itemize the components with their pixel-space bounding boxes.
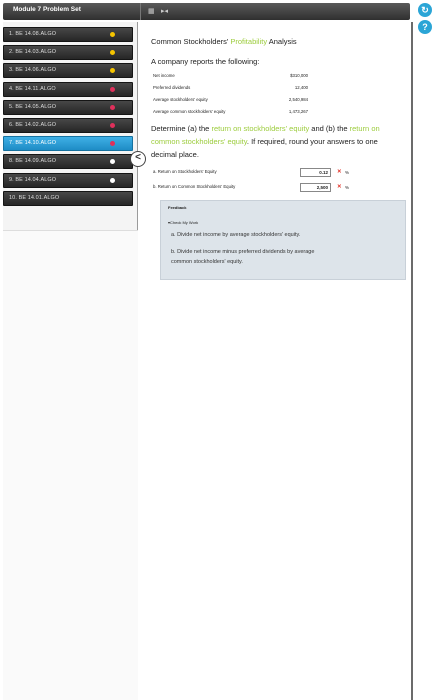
- problem-heading: Common Stockholders' Profitability Analy…: [151, 37, 297, 46]
- main-content: Common Stockholders' Profitability Analy…: [142, 22, 412, 700]
- status-dot-icon: [110, 104, 115, 110]
- grid-icon[interactable]: ▦: [148, 7, 155, 15]
- sidebar-item-label: 3. BE 14.06.ALGO: [9, 67, 57, 74]
- incorrect-icon: ✕: [337, 184, 342, 190]
- sidebar-item-label: 9. BE 14.04.ALGO: [9, 176, 57, 183]
- answer-input-b[interactable]: 2,500: [300, 183, 331, 192]
- feedback-panel: Feedback ▾Check My Work a. Divide net in…: [160, 200, 406, 280]
- answer-label-b: b. Return on Common Stockholders' Equity: [153, 184, 236, 189]
- status-dot-icon: [110, 50, 115, 56]
- sidebar-item-10[interactable]: 10. BE 14.01.ALGO: [3, 190, 133, 206]
- sidebar-item-label: 4. BE 14.11.ALGO: [9, 85, 56, 92]
- sidebar-item-label: 6. BE 14.02.ALGO: [9, 122, 57, 128]
- status-dot-icon: [110, 177, 115, 183]
- sidebar-item-1[interactable]: 1. BE 14.08.ALGO: [3, 27, 133, 42]
- sidebar-item-label: 10. BE 14.01.ALGO: [9, 194, 60, 201]
- content-right-border: [411, 22, 413, 700]
- unit-label-a: %: [345, 170, 350, 175]
- glossary-link-profitability[interactable]: Profitability: [230, 37, 267, 46]
- sidebar-item-7[interactable]: 7. BE 14.10.ALGO: [3, 136, 133, 152]
- check-my-work-label: ▾Check My Work: [168, 220, 199, 225]
- window-titlebar: Module 7 Problem Set ▦ ▸◂: [3, 3, 410, 20]
- sidebar-item-label: 1. BE 14.08.ALGO: [9, 31, 57, 37]
- incorrect-icon: ✕: [337, 169, 342, 175]
- status-dot-icon: [110, 86, 115, 92]
- hint-b-line2: common stockholders' equity.: [171, 259, 243, 265]
- refresh-icon[interactable]: ↻: [418, 3, 432, 17]
- feedback-label: Feedback: [168, 205, 187, 210]
- help-icon[interactable]: ?: [418, 20, 432, 34]
- status-dot-icon: [110, 141, 115, 147]
- financial-row-preferred-dividends: Preferred dividends 12,400: [153, 85, 308, 90]
- sidebar-empty-area: [3, 230, 138, 700]
- unit-label-b: %: [345, 185, 350, 190]
- problem-intro: A company reports the following:: [151, 57, 260, 66]
- window-title: Module 7 Problem Set: [13, 6, 81, 13]
- sidebar-item-2[interactable]: 2. BE 14.03.ALGO: [3, 45, 133, 61]
- question-text: Determine (a) the return on stockholders…: [151, 124, 380, 159]
- sidebar-item-3[interactable]: 3. BE 14.06.ALGO: [3, 63, 133, 79]
- sidebar-item-8[interactable]: 8. BE 14.09.ALGO: [3, 154, 133, 170]
- sidebar-item-label: 7. BE 14.10.ALGO: [9, 140, 57, 147]
- hint-b-line1: b. Divide net income minus preferred div…: [171, 249, 315, 255]
- financial-row-avg-common-equity: Average common stockholders' equity 1,473…: [153, 109, 308, 114]
- status-dot-icon: [110, 159, 115, 165]
- sidebar-item-6[interactable]: 6. BE 14.02.ALGO: [3, 118, 133, 133]
- hint-a: a. Divide net income by average stockhol…: [171, 232, 301, 238]
- titlebar-divider: [140, 3, 141, 20]
- sidebar-item-label: 8. BE 14.09.ALGO: [9, 158, 57, 165]
- status-dot-icon: [110, 123, 115, 128]
- sidebar-item-4[interactable]: 4. BE 14.11.ALGO: [3, 81, 133, 97]
- status-dot-icon: [110, 68, 115, 74]
- sidebar-item-9[interactable]: 9. BE 14.04.ALGO: [3, 172, 133, 188]
- answer-input-a[interactable]: 0.12: [300, 168, 331, 177]
- financial-row-avg-stockholders-equity: Average stockholders' equity 2,540,984: [153, 97, 308, 102]
- skip-forward-icon[interactable]: ▸◂: [161, 7, 168, 15]
- glossary-link-roe[interactable]: return on stockholders' equity: [211, 124, 309, 133]
- sidebar-item-5[interactable]: 5. BE 14.05.ALGO: [3, 99, 133, 115]
- sidebar-item-label: 2. BE 14.03.ALGO: [9, 49, 57, 56]
- sidebar-item-label: 5. BE 14.05.ALGO: [9, 103, 57, 110]
- status-dot-icon: [110, 32, 115, 37]
- financial-row-net-income: Net income $310,000: [153, 73, 308, 78]
- answer-label-a: a. Return on Stockholders' Equity: [153, 169, 217, 174]
